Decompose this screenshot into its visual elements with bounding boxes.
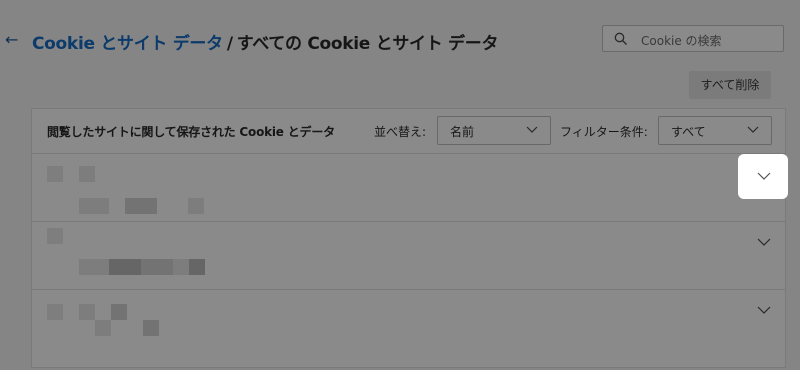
panel-header: 閲覧したサイトに関して保存された Cookie とデータ 並べ替え: 名前 フィ… [32, 109, 785, 153]
sort-value: 名前 [450, 125, 475, 139]
blurred-site-detail [79, 259, 109, 275]
search-placeholder: Cookie の検索 [641, 34, 722, 48]
cookie-list-panel: 閲覧したサイトに関して保存された Cookie とデータ 並べ替え: 名前 フィ… [31, 108, 786, 368]
search-icon [614, 32, 627, 45]
blurred-site-detail [189, 259, 205, 275]
breadcrumb-separator: / [226, 34, 233, 54]
chevron-down-icon [526, 126, 538, 133]
delete-all-button[interactable]: すべて削除 [689, 71, 771, 99]
blurred-site-name [79, 304, 95, 320]
site-row[interactable] [32, 153, 785, 222]
back-arrow-icon[interactable]: ← [5, 30, 18, 49]
site-favicon [47, 166, 63, 182]
blurred-site-name [79, 166, 95, 182]
blurred-site-name [143, 320, 159, 336]
search-input[interactable]: Cookie の検索 [602, 25, 784, 52]
blurred-site-detail [188, 198, 204, 214]
panel-title: 閲覧したサイトに関して保存された Cookie とデータ [47, 125, 335, 139]
filter-value: すべて [671, 125, 706, 139]
breadcrumb: Cookie とサイト データ / すべての Cookie とサイト データ [32, 29, 498, 54]
filter-select[interactable]: すべて [658, 116, 772, 145]
blurred-site-detail [141, 259, 173, 275]
site-favicon [47, 304, 63, 320]
sort-label: 並べ替え: [374, 125, 427, 139]
blurred-site-detail [109, 259, 141, 275]
blurred-site-name [111, 304, 127, 320]
filter-label: フィルター条件: [560, 125, 648, 139]
blurred-site-name [95, 320, 111, 336]
site-row[interactable] [32, 221, 785, 290]
page-title: すべての Cookie とサイト データ [236, 34, 499, 54]
blurred-site-detail [173, 259, 189, 275]
site-row[interactable] [32, 289, 785, 370]
chevron-down-icon [747, 126, 759, 133]
sort-select[interactable]: 名前 [437, 116, 551, 145]
expand-row-button[interactable] [738, 154, 788, 199]
chevron-down-icon[interactable] [757, 306, 771, 315]
blurred-site-detail [125, 198, 157, 214]
chevron-down-icon[interactable] [757, 238, 771, 247]
breadcrumb-link-cookies[interactable]: Cookie とサイト データ [32, 34, 223, 54]
chevron-down-icon [757, 172, 771, 180]
site-favicon [47, 228, 63, 244]
blurred-site-detail [79, 198, 109, 214]
